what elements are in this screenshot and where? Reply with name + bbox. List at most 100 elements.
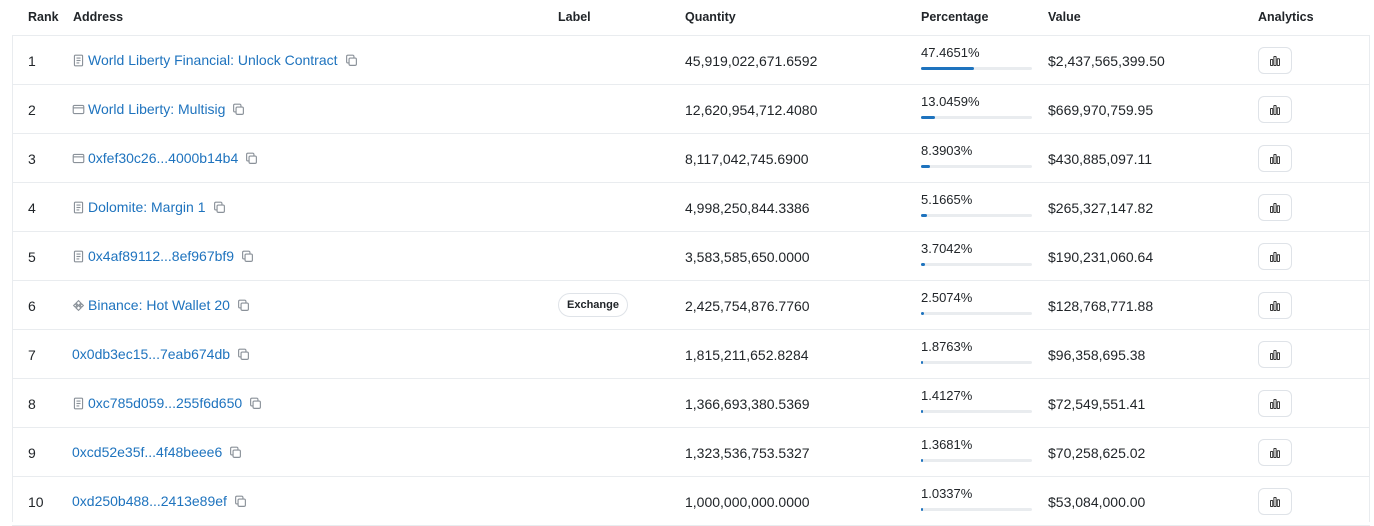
percentage-bar bbox=[921, 410, 1032, 413]
percentage-text: 1.3681% bbox=[921, 437, 973, 452]
quantity-cell: 1,366,693,380.5369 bbox=[685, 396, 810, 412]
address-cell: Binance: Hot Wallet 20 bbox=[72, 297, 250, 313]
copy-icon[interactable] bbox=[345, 54, 358, 67]
percentage-text: 13.0459% bbox=[921, 94, 980, 109]
binance-icon bbox=[72, 299, 85, 312]
analytics-button[interactable] bbox=[1258, 341, 1292, 368]
analytics-button[interactable] bbox=[1258, 145, 1292, 172]
percentage-bar-fill bbox=[921, 116, 936, 119]
bar-chart-icon bbox=[1269, 202, 1281, 214]
header-rank: Rank bbox=[28, 10, 59, 24]
value-cell: $53,084,000.00 bbox=[1048, 494, 1146, 510]
table-row: 7 0x0db3ec15...7eab674db 1,815,211,652.8… bbox=[12, 330, 1370, 379]
address-link[interactable]: 0xcd52e35f...4f48beee6 bbox=[72, 444, 222, 460]
percentage-cell: 8.3903% bbox=[921, 143, 1033, 168]
copy-icon[interactable] bbox=[237, 299, 250, 312]
address-cell: 0xcd52e35f...4f48beee6 bbox=[72, 444, 242, 460]
address-cell: 0xfef30c26...4000b14b4 bbox=[72, 150, 258, 166]
analytics-button[interactable] bbox=[1258, 194, 1292, 221]
address-cell: 0xd250b488...2413e89ef bbox=[72, 493, 247, 509]
address-cell: World Liberty Financial: Unlock Contract bbox=[72, 52, 358, 68]
rank-cell: 9 bbox=[28, 445, 36, 461]
quantity-cell: 2,425,754,876.7760 bbox=[685, 298, 810, 314]
analytics-button[interactable] bbox=[1258, 390, 1292, 417]
bar-chart-icon bbox=[1269, 496, 1281, 508]
address-link[interactable]: 0xfef30c26...4000b14b4 bbox=[88, 150, 238, 166]
address-link[interactable]: 0x0db3ec15...7eab674db bbox=[72, 346, 230, 362]
table-row: 2 World Liberty: Multisig 12,620,954,712… bbox=[12, 85, 1370, 134]
value-cell: $265,327,147.82 bbox=[1048, 200, 1154, 216]
header-address: Address bbox=[73, 10, 124, 24]
quantity-cell: 8,117,042,745.6900 bbox=[685, 151, 809, 167]
percentage-bar bbox=[921, 459, 1032, 462]
percentage-bar-fill bbox=[921, 214, 927, 217]
percentage-bar-fill bbox=[921, 263, 926, 266]
copy-icon[interactable] bbox=[237, 348, 250, 361]
address-link[interactable]: Binance: Hot Wallet 20 bbox=[88, 297, 230, 313]
copy-icon[interactable] bbox=[232, 103, 245, 116]
analytics-button[interactable] bbox=[1258, 488, 1292, 515]
wallet-icon bbox=[72, 152, 85, 165]
copy-icon[interactable] bbox=[249, 397, 262, 410]
percentage-bar-fill bbox=[921, 312, 924, 315]
copy-icon[interactable] bbox=[245, 152, 258, 165]
contract-icon bbox=[72, 201, 85, 214]
percentage-bar-fill bbox=[921, 361, 924, 364]
bar-chart-icon bbox=[1269, 251, 1281, 263]
label-badge[interactable]: Exchange bbox=[558, 293, 628, 317]
address-cell: 0x4af89112...8ef967bf9 bbox=[72, 248, 254, 264]
percentage-cell: 1.0337% bbox=[921, 486, 1033, 511]
percentage-bar bbox=[921, 361, 1032, 364]
holders-table: Rank Address Label Quantity Percentage V… bbox=[12, 0, 1370, 526]
contract-icon bbox=[72, 250, 85, 263]
analytics-button[interactable] bbox=[1258, 243, 1292, 270]
rank-cell: 7 bbox=[28, 347, 36, 363]
percentage-text: 47.4651% bbox=[921, 45, 980, 60]
contract-icon bbox=[72, 54, 85, 67]
copy-icon[interactable] bbox=[241, 250, 254, 263]
address-cell: World Liberty: Multisig bbox=[72, 101, 245, 117]
percentage-text: 8.3903% bbox=[921, 143, 973, 158]
quantity-cell: 12,620,954,712.4080 bbox=[685, 102, 818, 118]
rank-cell: 2 bbox=[28, 102, 36, 118]
copy-icon[interactable] bbox=[213, 201, 226, 214]
analytics-button[interactable] bbox=[1258, 47, 1292, 74]
address-cell: 0x0db3ec15...7eab674db bbox=[72, 346, 250, 362]
percentage-bar bbox=[921, 263, 1032, 266]
percentage-text: 2.5074% bbox=[921, 290, 973, 305]
percentage-text: 1.0337% bbox=[921, 486, 973, 501]
percentage-text: 1.4127% bbox=[921, 388, 973, 403]
address-link[interactable]: 0xd250b488...2413e89ef bbox=[72, 493, 227, 509]
copy-icon[interactable] bbox=[234, 495, 247, 508]
percentage-bar bbox=[921, 67, 1032, 70]
address-link[interactable]: World Liberty: Multisig bbox=[88, 101, 225, 117]
value-cell: $72,549,551.41 bbox=[1048, 396, 1146, 412]
contract-icon bbox=[72, 397, 85, 410]
percentage-cell: 1.3681% bbox=[921, 437, 1033, 462]
analytics-button[interactable] bbox=[1258, 292, 1292, 319]
address-link[interactable]: 0xc785d059...255f6d650 bbox=[88, 395, 242, 411]
bar-chart-icon bbox=[1269, 153, 1281, 165]
header-analytics: Analytics bbox=[1258, 10, 1314, 24]
table-row: 8 0xc785d059...255f6d650 1,366,693,380.5… bbox=[12, 379, 1370, 428]
percentage-bar-fill bbox=[921, 67, 974, 70]
wallet-icon bbox=[72, 103, 85, 116]
percentage-bar-fill bbox=[921, 459, 923, 462]
table-row: 5 0x4af89112...8ef967bf9 3,583,585,650.0… bbox=[12, 232, 1370, 281]
value-cell: $669,970,759.95 bbox=[1048, 102, 1154, 118]
copy-icon[interactable] bbox=[229, 446, 242, 459]
value-cell: $96,358,695.38 bbox=[1048, 347, 1146, 363]
percentage-bar bbox=[921, 165, 1032, 168]
percentage-cell: 1.4127% bbox=[921, 388, 1033, 413]
address-link[interactable]: World Liberty Financial: Unlock Contract bbox=[88, 52, 338, 68]
analytics-button[interactable] bbox=[1258, 96, 1292, 123]
rank-cell: 6 bbox=[28, 298, 36, 314]
table-row: 4 Dolomite: Margin 1 4,998,250,844.3386 … bbox=[12, 183, 1370, 232]
address-link[interactable]: Dolomite: Margin 1 bbox=[88, 199, 206, 215]
address-link[interactable]: 0x4af89112...8ef967bf9 bbox=[88, 248, 234, 264]
percentage-cell: 1.8763% bbox=[921, 339, 1033, 364]
quantity-cell: 1,000,000,000.0000 bbox=[685, 494, 810, 510]
percentage-bar bbox=[921, 214, 1032, 217]
address-cell: 0xc785d059...255f6d650 bbox=[72, 395, 262, 411]
analytics-button[interactable] bbox=[1258, 439, 1292, 466]
